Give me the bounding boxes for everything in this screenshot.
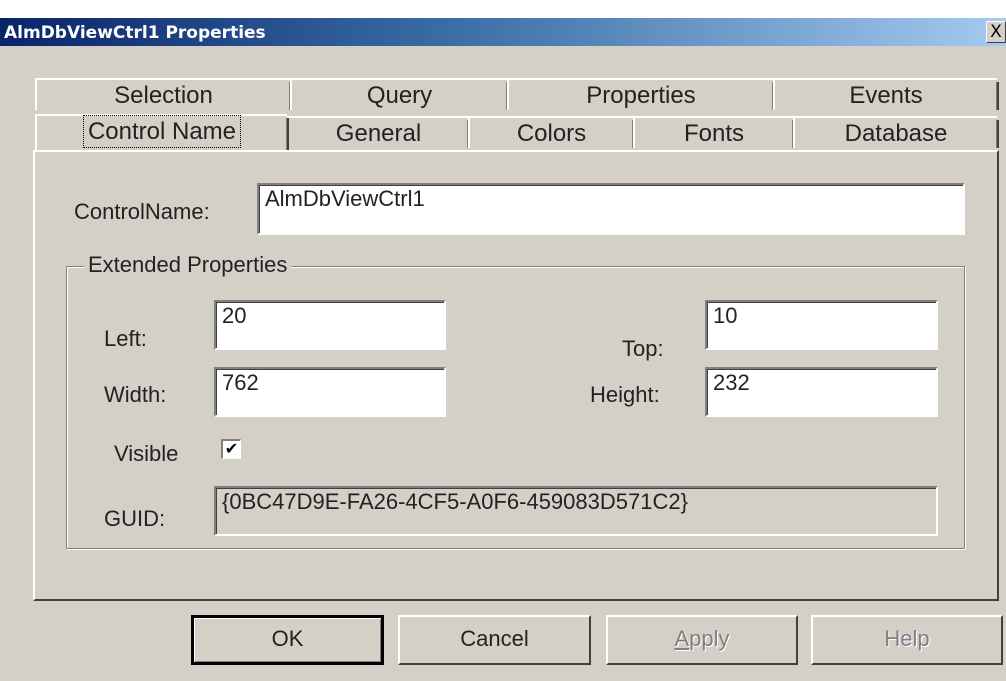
tab-fonts[interactable]: Fonts [633, 116, 795, 148]
tab-general[interactable]: General [287, 116, 470, 148]
left-input[interactable]: 20 [214, 300, 446, 350]
tab-events[interactable]: Events [773, 78, 999, 110]
tab-label: Database [844, 120, 948, 147]
left-label: Left: [104, 326, 147, 351]
guid-label: GUID: [104, 506, 166, 531]
tab-colors[interactable]: Colors [468, 116, 635, 148]
height-label: Height: [590, 382, 660, 407]
tab-selection[interactable]: Selection [35, 78, 292, 110]
visible-checkbox[interactable]: ✔ [221, 439, 241, 459]
width-input[interactable]: 762 [214, 367, 446, 417]
window-title: AlmDbViewCtrl1 Properties [4, 23, 266, 43]
apply-hotkey: A [674, 626, 690, 651]
close-button[interactable]: X [986, 21, 1006, 43]
width-label: Width: [104, 382, 167, 407]
apply-button[interactable]: Apply [606, 615, 798, 665]
height-input[interactable]: 232 [705, 367, 938, 417]
top-input[interactable]: 10 [705, 300, 938, 350]
top-label: Top: [622, 336, 664, 361]
apply-label: pply [689, 626, 730, 651]
properties-dialog: AlmDbViewCtrl1 Properties X Selection Qu… [0, 0, 1006, 681]
ok-button[interactable]: OK [191, 615, 384, 665]
visible-label: Visible [114, 441, 179, 466]
tab-label: Query [366, 82, 433, 109]
control-name-label: ControlName: [74, 199, 210, 224]
tab-database[interactable]: Database [793, 116, 999, 148]
tab-label: Colors [516, 120, 587, 147]
tab-label: General [335, 120, 422, 147]
tab-label: Control Name [82, 115, 242, 148]
tab-label: Fonts [683, 120, 745, 147]
extended-properties-title: Extended Properties [84, 252, 292, 278]
tab-control-name[interactable]: Control Name [35, 114, 289, 150]
cancel-button[interactable]: Cancel [398, 615, 591, 665]
control-name-input[interactable]: AlmDbViewCtrl1 [257, 183, 965, 235]
title-bar[interactable]: AlmDbViewCtrl1 Properties X [0, 18, 1006, 46]
checkmark-icon: ✔ [224, 439, 239, 458]
top-strip [0, 0, 1006, 18]
tab-query[interactable]: Query [290, 78, 509, 110]
tab-properties[interactable]: Properties [507, 78, 775, 110]
help-button[interactable]: Help [811, 615, 1003, 665]
tab-label: Selection [114, 82, 213, 109]
tab-label: Events [849, 82, 923, 109]
tab-label: Properties [586, 82, 696, 109]
close-icon: X [990, 22, 1002, 42]
guid-field: {0BC47D9E-FA26-4CF5-A0F6-459083D571C2} [214, 486, 938, 536]
